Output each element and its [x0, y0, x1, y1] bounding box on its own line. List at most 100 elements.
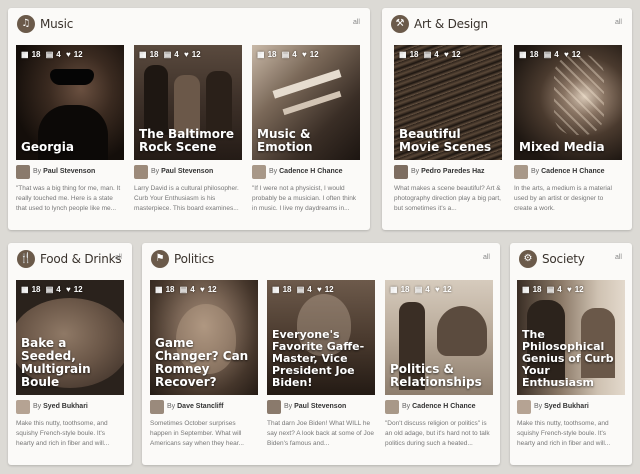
comment-count: 4 — [307, 285, 312, 294]
avatar[interactable] — [517, 400, 531, 414]
comment-icon: ▤ — [45, 50, 54, 59]
card-author: By Dave Stancliff — [150, 400, 258, 414]
see-all-link[interactable]: all — [115, 254, 122, 261]
grid-count: 18 — [31, 50, 41, 59]
like-count: 12 — [309, 50, 319, 59]
heart-icon: ♥ — [65, 50, 71, 59]
card-author: By Syed Bukhari — [16, 400, 124, 414]
grid-count: 18 — [532, 285, 542, 294]
see-all-link[interactable]: all — [353, 19, 360, 26]
card-stats: ▦ 18 ▤ 4 ♥ 12 — [390, 285, 455, 294]
panel-title[interactable]: Society — [542, 252, 585, 266]
card-excerpt: Sometimes October surprises happen in Se… — [150, 420, 244, 447]
byline[interactable]: By Syed Bukhari — [534, 403, 589, 410]
grid-icon: ▦ — [21, 285, 29, 294]
comment-count: 4 — [434, 50, 439, 59]
panel-food-drinks: 🍴 Food & Drinks all ▦ 18 ▤ 4 ♥ 12 Bake a Se… — [8, 243, 132, 465]
byline[interactable]: By Pedro Paredes Haz — [411, 168, 485, 175]
comment-icon: ▤ — [543, 50, 552, 59]
grid-count: 18 — [149, 50, 159, 59]
card-image[interactable]: ▦ 18 ▤ 4 ♥ 12 Everyone's Favorite Gaffe-Mas… — [267, 280, 375, 395]
avatar[interactable] — [150, 400, 164, 414]
grid-count: 18 — [282, 285, 292, 294]
heart-icon: ♥ — [434, 285, 440, 294]
grid-icon: ▦ — [257, 50, 265, 59]
avatar[interactable] — [394, 165, 408, 179]
card-image[interactable]: ▦ 18 ▤ 4 ♥ 12 The Baltimore Rock Scene — [134, 45, 242, 160]
byline[interactable]: By Cadence H Chance — [531, 168, 605, 175]
card-title[interactable]: Bake a Seeded, Multigrain Boule — [21, 337, 120, 389]
byline[interactable]: By Dave Stancliff — [167, 403, 223, 410]
avatar[interactable] — [385, 400, 399, 414]
grid-icon: ▦ — [522, 285, 530, 294]
panel-header: ⚑ Politics all — [142, 243, 500, 273]
grid-icon: ▦ — [21, 50, 29, 59]
card-image[interactable]: ▦ 18 ▤ 4 ♥ 12 Bake a Seeded, Multigrain Bou… — [16, 280, 124, 395]
card-excerpt: Make this nutty, toothsome, and squishy … — [16, 420, 110, 447]
card-title[interactable]: Game Changer? Can Romney Recover? — [155, 337, 254, 389]
card-author: By Syed Bukhari — [517, 400, 625, 414]
see-all-link[interactable]: all — [483, 254, 490, 261]
panel-title[interactable]: Politics — [174, 252, 214, 266]
like-count: 12 — [73, 50, 83, 59]
card-image[interactable]: ▦ 18 ▤ 4 ♥ 12 The Philosophical Genius of C… — [517, 280, 625, 395]
panel-society: ⚙ Society all ▦ 18 ▤ 4 ♥ 12 The Philosophic… — [510, 243, 632, 465]
panel-title[interactable]: Music — [40, 17, 73, 31]
card-image[interactable]: ▦ 18 ▤ 4 ♥ 12 Mixed Media — [514, 45, 622, 160]
avatar[interactable] — [16, 400, 30, 414]
like-count: 12 — [191, 50, 201, 59]
avatar[interactable] — [16, 165, 30, 179]
card-image[interactable]: ▦ 18 ▤ 4 ♥ 12 Georgia — [16, 45, 124, 160]
card-title[interactable]: Everyone's Favorite Gaffe-Master, Vice P… — [272, 329, 371, 389]
byline[interactable]: By Cadence H Chance — [402, 403, 476, 410]
comment-icon: ▤ — [296, 285, 305, 294]
grid-count: 18 — [267, 50, 277, 59]
see-all-link[interactable]: all — [615, 19, 622, 26]
grid-icon: ▦ — [390, 285, 398, 294]
comment-count: 4 — [557, 285, 562, 294]
like-count: 12 — [73, 285, 83, 294]
card-excerpt: That darn Joe Biden! What WILL he say ne… — [267, 420, 374, 447]
avatar[interactable] — [134, 165, 148, 179]
byline[interactable]: By Syed Bukhari — [33, 403, 88, 410]
card-title[interactable]: Music & Emotion — [257, 128, 356, 154]
avatar[interactable] — [514, 165, 528, 179]
panel-art-design: ⚒ Art & Design all ▦ 18 ▤ 4 ♥ 12 Beautiful … — [382, 8, 632, 230]
panel-title[interactable]: Art & Design — [414, 17, 488, 31]
comment-count: 4 — [292, 50, 297, 59]
card-stats: ▦ 18 ▤ 4 ♥ 12 — [21, 285, 86, 294]
avatar[interactable] — [252, 165, 266, 179]
byline[interactable]: By Paul Stevenson — [151, 168, 213, 175]
comment-count: 4 — [190, 285, 195, 294]
card-stats: ▦ 18 ▤ 4 ♥ 12 — [399, 50, 464, 59]
card-title[interactable]: Beautiful Movie Scenes — [399, 128, 498, 154]
card-author: By Cadence H Chance — [385, 400, 493, 414]
card-image[interactable]: ▦ 18 ▤ 4 ♥ 12 Music & Emotion — [252, 45, 360, 160]
like-count: 12 — [207, 285, 217, 294]
card-excerpt: Make this nutty, toothsome, and squishy … — [517, 420, 611, 447]
card-title[interactable]: The Philosophical Genius of Curb Your En… — [522, 329, 621, 389]
card-title[interactable]: The Baltimore Rock Scene — [139, 128, 238, 154]
music-note-icon: ♫ — [17, 15, 35, 33]
card-image[interactable]: ▦ 18 ▤ 4 ♥ 12 Beautiful Movie Scenes — [394, 45, 502, 160]
avatar[interactable] — [267, 400, 281, 414]
grid-icon: ▦ — [272, 285, 280, 294]
comment-icon: ▤ — [423, 50, 432, 59]
card-image[interactable]: ▦ 18 ▤ 4 ♥ 12 Game Changer? Can Romney Reco… — [150, 280, 258, 395]
comment-icon: ▤ — [546, 285, 555, 294]
byline[interactable]: By Paul Stevenson — [284, 403, 346, 410]
see-all-link[interactable]: all — [615, 254, 622, 261]
byline[interactable]: By Paul Stevenson — [33, 168, 95, 175]
card-title[interactable]: Mixed Media — [519, 141, 618, 154]
card-image[interactable]: ▦ 18 ▤ 4 ♥ 12 Politics & Relationships — [385, 280, 493, 395]
grid-count: 18 — [31, 285, 41, 294]
heart-icon: ♥ — [183, 50, 189, 59]
heart-icon: ♥ — [65, 285, 71, 294]
panel-title[interactable]: Food & Drinks — [40, 252, 122, 266]
comment-icon: ▤ — [179, 285, 188, 294]
byline[interactable]: By Cadence H Chance — [269, 168, 343, 175]
card-title[interactable]: Georgia — [21, 141, 120, 154]
comment-icon: ▤ — [414, 285, 423, 294]
card-title[interactable]: Politics & Relationships — [390, 363, 489, 389]
panel-politics: ⚑ Politics all ▦ 18 ▤ 4 ♥ 12 Game Changer? … — [142, 243, 500, 465]
